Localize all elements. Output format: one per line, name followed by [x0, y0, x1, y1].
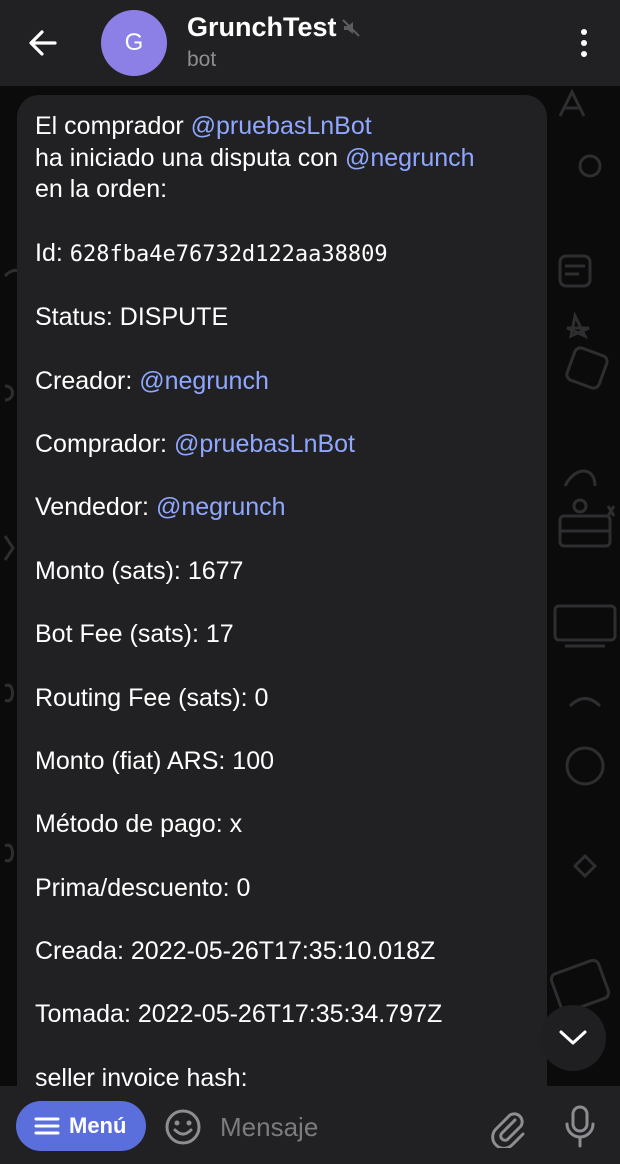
order-id-value[interactable]: 628fba4e76732d122aa38809 — [70, 242, 388, 267]
message-input[interactable] — [220, 1108, 470, 1146]
fiat-amount-label: Monto (fiat) ARS: — [35, 746, 233, 775]
intro-text: El comprador — [35, 112, 191, 140]
seller-mention-link[interactable]: @negrunch — [345, 144, 475, 172]
muted-speaker-icon — [342, 19, 360, 37]
vertical-dots-icon-dot — [581, 51, 587, 57]
status-value: DISPUTE — [119, 303, 229, 332]
chat-subtitle: bot — [187, 48, 217, 71]
scroll-to-bottom-button[interactable] — [540, 1005, 606, 1071]
amount-label: Monto (sats): — [35, 556, 188, 585]
avatar[interactable]: G — [101, 10, 167, 76]
vertical-dots-icon — [581, 29, 587, 35]
microphone-icon[interactable] — [560, 1104, 600, 1150]
bot-fee-line: Bot Fee (sats): 17 — [35, 619, 535, 651]
created-line: Creada: 2022-05-26T17:35:10.018Z — [35, 936, 535, 968]
intro-text: ha iniciado una disputa con — [35, 143, 345, 172]
amount-line: Monto (sats): 1677 — [35, 556, 535, 588]
intro-line-1: El comprador @pruebasLnBot — [35, 111, 535, 143]
fiat-amount-value: 100 — [232, 746, 275, 775]
emoji-icon[interactable] — [163, 1107, 203, 1147]
creator-label: Creador: — [35, 366, 140, 395]
bot-menu-label: Menú — [69, 1113, 127, 1138]
created-value: 2022-05-26T17:35:10.018Z — [130, 937, 436, 966]
paperclip-icon[interactable] — [487, 1106, 527, 1148]
premium-line: Prima/descuento: 0 — [35, 873, 535, 905]
routing-fee-label: Routing Fee (sats): — [35, 683, 255, 712]
payment-method-line: Método de pago: x — [35, 809, 535, 841]
bot-fee-value: 17 — [205, 620, 234, 649]
taken-line: Tomada: 2022-05-26T17:35:34.797Z — [35, 999, 535, 1031]
created-label: Creada: — [35, 937, 131, 966]
chat-title[interactable]: GrunchTest — [187, 12, 337, 43]
avatar-letter: G — [124, 29, 144, 56]
amount-value: 1677 — [187, 556, 244, 585]
back-button[interactable] — [22, 22, 64, 64]
vertical-dots-icon-dot — [581, 40, 587, 46]
intro-line-3: en la orden: — [35, 175, 168, 204]
buyer-line: Comprador: @pruebasLnBot — [35, 429, 535, 461]
bot-menu-button[interactable]: Menú — [16, 1101, 146, 1151]
routing-fee-line: Routing Fee (sats): 0 — [35, 683, 535, 715]
telegram-chat-screen: G GrunchTest bot El comprador @pruebasLn… — [0, 0, 620, 1164]
message-composer: Menú — [0, 1086, 620, 1164]
routing-fee-value: 0 — [254, 683, 269, 712]
arrow-left-icon — [29, 30, 57, 56]
buyer-mention-link[interactable]: @pruebasLnBot — [191, 112, 372, 140]
hamburger-icon — [34, 1117, 60, 1135]
creator-line: Creador: @negrunch — [35, 366, 535, 398]
status-label: Status: — [35, 303, 120, 332]
intro-line-2: ha iniciado una disputa con @negrunch — [35, 143, 535, 175]
payment-method-label: Método de pago: — [35, 810, 230, 839]
status-line: Status: DISPUTE — [35, 302, 535, 334]
payment-method-value: x — [229, 810, 243, 839]
chat-header: G GrunchTest bot — [0, 0, 620, 86]
chevron-down-icon — [559, 1030, 587, 1045]
taken-value: 2022-05-26T17:35:34.797Z — [137, 1000, 443, 1029]
creator-mention-link[interactable]: @negrunch — [139, 367, 269, 395]
order-id-label: Id: — [35, 238, 70, 267]
more-options-button[interactable] — [566, 22, 602, 64]
seller-label: Vendedor: — [35, 493, 156, 522]
seller-line: Vendedor: @negrunch — [35, 492, 535, 524]
buyer-mention-link[interactable]: @pruebasLnBot — [174, 430, 355, 458]
buyer-label: Comprador: — [35, 429, 174, 458]
seller-mention-link[interactable]: @negrunch — [156, 493, 286, 521]
fiat-amount-line: Monto (fiat) ARS: 100 — [35, 746, 535, 778]
message-text: El comprador @pruebasLnBot ha iniciado u… — [35, 111, 535, 1095]
premium-label: Prima/descuento: — [35, 873, 237, 902]
premium-value: 0 — [236, 873, 251, 902]
taken-label: Tomada: — [35, 1000, 138, 1029]
order-id-line: Id: 628fba4e76732d122aa38809 — [35, 238, 535, 271]
message-bubble[interactable]: El comprador @pruebasLnBot ha iniciado u… — [17, 95, 547, 1115]
bot-fee-label: Bot Fee (sats): — [35, 620, 206, 649]
